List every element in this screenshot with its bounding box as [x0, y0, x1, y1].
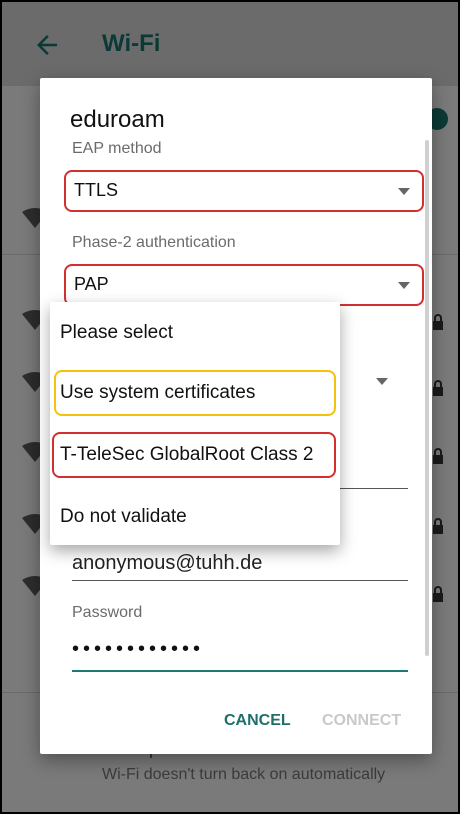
dropdown-option-please-select[interactable]: Please select — [50, 308, 340, 358]
anonymous-identity-input[interactable]: anonymous@tuhh.de — [72, 552, 262, 575]
dropdown-option-system-certificates[interactable]: Use system certificates — [50, 368, 340, 418]
phase2-auth-label: Phase-2 authentication — [72, 234, 236, 251]
lock-icon — [433, 586, 443, 602]
lock-icon — [433, 314, 443, 330]
dialog-scrollbar[interactable] — [425, 140, 429, 656]
dialog-title: eduroam — [70, 106, 165, 133]
option-label: T-TeleSec GlobalRoot Class 2 — [60, 444, 314, 465]
connect-button[interactable]: CONNECT — [322, 712, 401, 730]
lock-icon — [433, 518, 443, 534]
eap-method-dropdown[interactable]: TTLS — [64, 170, 424, 212]
field-underline — [72, 580, 408, 581]
phase2-auth-value: PAP — [74, 274, 109, 294]
eap-method-value: TTLS — [74, 180, 119, 200]
wifi-preferences-subtitle: Wi-Fi doesn't turn back on automatically — [102, 766, 386, 783]
ca-certificate-dropdown-menu: Please select Use system certificates T-… — [50, 302, 340, 545]
eap-method-label: EAP method — [72, 140, 162, 157]
lock-icon — [433, 448, 443, 464]
back-arrow-icon[interactable] — [32, 30, 62, 60]
password-input[interactable]: •••••••••••• — [72, 638, 204, 661]
dropdown-option-telesec-globalroot[interactable]: T-TeleSec GlobalRoot Class 2 — [50, 430, 340, 480]
password-underline — [72, 670, 408, 672]
option-label: Use system certificates — [60, 382, 256, 403]
ca-certificate-caret-icon[interactable] — [376, 378, 388, 385]
phase2-auth-dropdown[interactable]: PAP — [64, 264, 424, 306]
lock-icon — [433, 380, 443, 396]
screen-frame: Wi-Fi Wi-Fi preferences Wi-Fi doesn't tu… — [0, 0, 460, 814]
option-label: Do not validate — [60, 506, 187, 527]
dropdown-option-do-not-validate[interactable]: Do not validate — [50, 492, 340, 542]
password-label: Password — [72, 604, 143, 621]
dropdown-caret-icon — [398, 282, 410, 289]
dialog-actions: CANCEL CONNECT — [40, 698, 432, 748]
cancel-button[interactable]: CANCEL — [224, 712, 291, 730]
app-bar: Wi-Fi — [2, 2, 458, 86]
option-label: Please select — [60, 322, 174, 343]
dropdown-caret-icon — [398, 188, 410, 195]
page-title: Wi-Fi — [102, 30, 161, 57]
